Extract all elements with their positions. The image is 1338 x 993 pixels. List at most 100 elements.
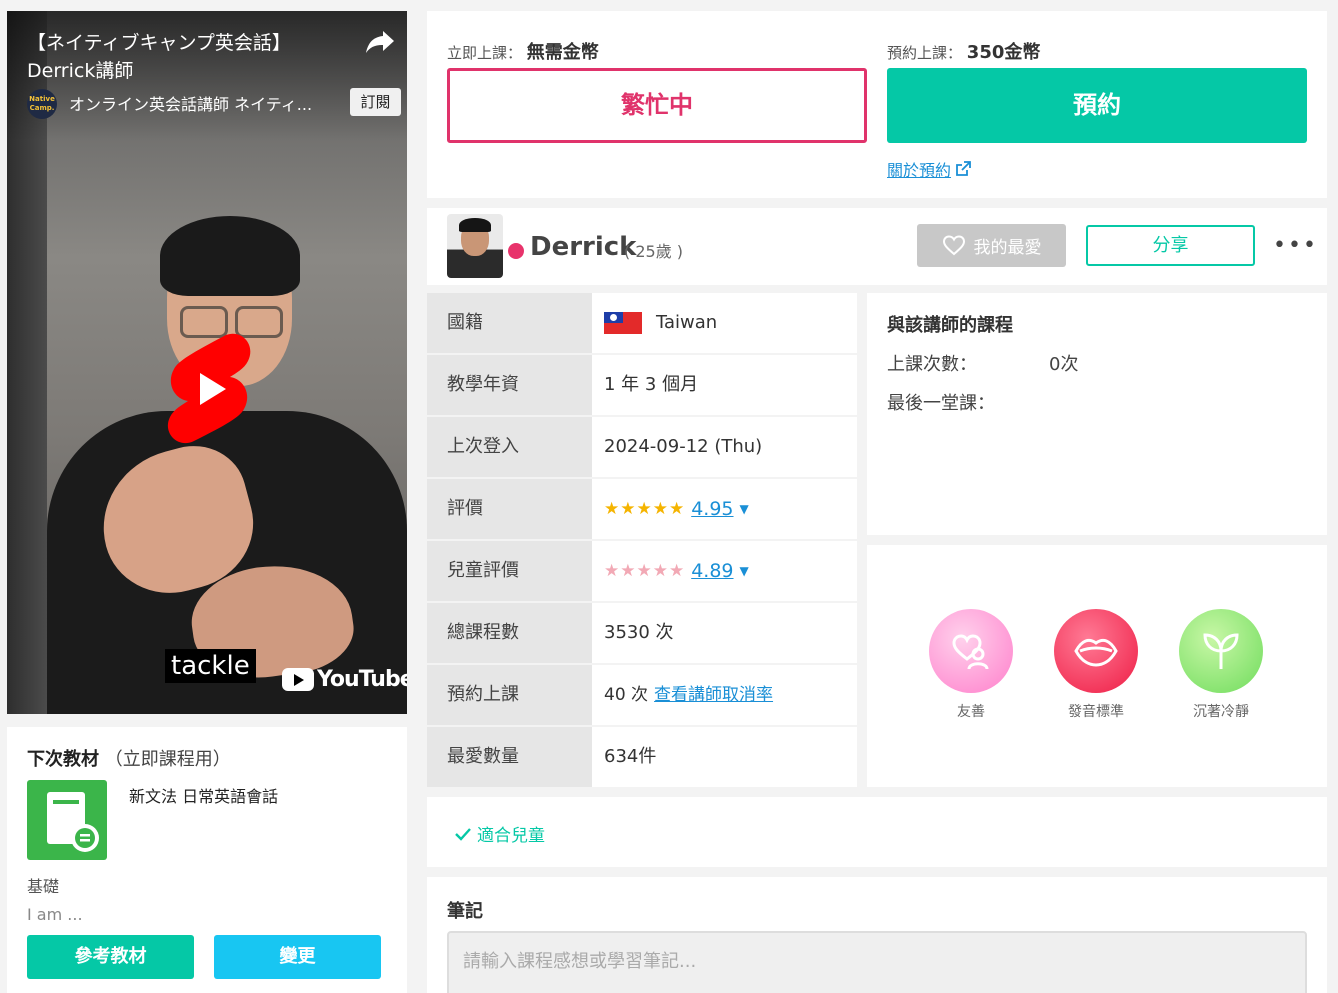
rating-score-link[interactable]: 4.95 — [691, 479, 733, 539]
info-row-kids-rating: 兒童評價 ★★★★★ 4.89 ▼ — [427, 541, 857, 603]
next-material-note: （立即課程用） — [104, 749, 231, 770]
lips-glyph — [1074, 638, 1118, 667]
teacher-traits-panel: 友善 發音標準 沉著冷靜 — [867, 545, 1327, 787]
busy-status-dot — [508, 243, 524, 259]
favorite-button[interactable]: 我的最愛 — [917, 224, 1066, 267]
change-material-button[interactable]: 變更 — [214, 935, 381, 979]
reserve-button[interactable]: 預約 — [887, 68, 1307, 143]
trait-calm-label: 沉著冷靜 — [1193, 704, 1249, 720]
video-teacher-hair — [160, 216, 300, 296]
last-lesson-label: 最後一堂課： — [887, 393, 995, 414]
reserve-lesson-label: 預約上課： — [887, 44, 963, 62]
kids-rating-value-cell: ★★★★★ 4.89 ▼ — [592, 541, 857, 601]
teacher-age: ( 25歲 ) — [624, 242, 684, 261]
youtube-logo[interactable]: YouTube — [282, 667, 407, 692]
nationality-value: Taiwan — [592, 293, 857, 353]
intro-video[interactable]: 【ネイティブキャンプ英会話】Derrick講師 Native Camp. オンラ… — [7, 11, 407, 714]
info-row-reservations: 預約上課 40 次 查看講師取消率 — [427, 665, 857, 727]
channel-name[interactable]: オンライン英会話講師 ネイティ... — [69, 91, 339, 115]
sprout-glyph — [1203, 633, 1239, 669]
reservations-count: 40 次 — [604, 685, 649, 705]
youtube-play-icon — [282, 668, 314, 691]
check-icon — [455, 827, 471, 841]
rating-value-cell: ★★★★★ 4.95 ▼ — [592, 479, 857, 539]
more-options-icon[interactable]: ••• — [1273, 233, 1318, 258]
rating-stars-icon: ★★★★★ — [604, 499, 686, 519]
lesson-count-label: 上課次數： — [887, 354, 977, 375]
trait-friendly: 友善 — [921, 609, 1021, 721]
trait-pronunciation: 發音標準 — [1046, 609, 1146, 721]
lessons-with-teacher-title: 與該講師的課程 — [887, 315, 1013, 336]
cancel-rate-link[interactable]: 查看講師取消率 — [654, 665, 773, 725]
experience-label: 教學年資 — [427, 355, 592, 415]
reservations-label: 預約上課 — [427, 665, 592, 725]
channel-logo[interactable]: Native Camp. — [27, 89, 57, 119]
teacher-avatar[interactable] — [447, 214, 503, 278]
rating-dropdown-caret-icon[interactable]: ▼ — [740, 479, 749, 539]
about-reservation-label: 關於預約 — [887, 161, 952, 180]
favorites-count-value: 634件 — [592, 727, 857, 787]
info-row-favorites: 最愛數量 634件 — [427, 727, 857, 789]
lips-icon — [1054, 609, 1138, 693]
trait-friendly-label: 友善 — [957, 704, 985, 720]
kids-suitable-label: 適合兒童 — [477, 826, 545, 846]
subscribe-button[interactable]: 訂閱 — [350, 88, 401, 116]
info-row-total-lessons: 總課程數 3530 次 — [427, 603, 857, 665]
instant-lesson-price: 立即上課： 無需金幣 — [447, 38, 599, 64]
textbook-description: I am ... — [27, 905, 83, 924]
instant-lesson-cost: 無需金幣 — [526, 42, 599, 63]
favorites-count-label: 最愛數量 — [427, 727, 592, 787]
last-login-value: 2024-09-12 (Thu) — [592, 417, 857, 477]
heart-icon — [942, 235, 965, 256]
total-lessons-value: 3530 次 — [592, 603, 857, 663]
nationality-label: 國籍 — [427, 293, 592, 353]
notes-title: 筆記 — [447, 901, 483, 922]
notes-panel: 筆記 — [427, 877, 1327, 993]
heart-person-glyph — [952, 634, 989, 670]
rating-label: 評價 — [427, 479, 592, 539]
lesson-count-value: 0次 — [1049, 354, 1079, 375]
textbook-name[interactable]: 新文法 日常英語會話 — [129, 783, 278, 807]
avatar-hair — [459, 218, 491, 232]
lessons-with-teacher-panel: 與該講師的課程 上課次數： 0次 最後一堂課： — [867, 293, 1327, 535]
shorts-play-icon[interactable] — [164, 331, 254, 446]
busy-button[interactable]: 繁忙中 — [447, 68, 867, 143]
kids-rating-label: 兒童評價 — [427, 541, 592, 601]
youtube-wordmark: YouTube — [317, 667, 407, 692]
nationality-text: Taiwan — [656, 312, 718, 333]
teacher-header: Derrick ( 25歲 ) 我的最愛 分享 ••• — [427, 208, 1327, 285]
trait-calm: 沉著冷靜 — [1171, 609, 1271, 721]
info-row-last-login: 上次登入 2024-09-12 (Thu) — [427, 417, 857, 479]
info-row-nationality: 國籍 Taiwan — [427, 293, 857, 355]
reservations-value-cell: 40 次 查看講師取消率 — [592, 665, 857, 725]
external-link-icon — [956, 161, 971, 176]
info-row-experience: 教學年資 1 年 3 個月 — [427, 355, 857, 417]
share-button[interactable]: 分享 — [1086, 225, 1255, 266]
info-row-rating: 評價 ★★★★★ 4.95 ▼ — [427, 479, 857, 541]
textbook-icon[interactable] — [27, 780, 107, 860]
kids-rating-score-link[interactable]: 4.89 — [691, 541, 733, 601]
taiwan-flag-icon — [604, 312, 642, 334]
teacher-info-table: 國籍 Taiwan 教學年資 1 年 3 個月 上次登入 2024-09-12 … — [427, 293, 857, 789]
booking-panel: 立即上課： 無需金幣 預約上課： 350金幣 繁忙中 預約 關於預約 — [427, 11, 1327, 198]
kids-suitable-panel: 適合兒童 — [427, 797, 1327, 867]
last-login-label: 上次登入 — [427, 417, 592, 477]
video-title[interactable]: 【ネイティブキャンプ英会話】Derrick講師 — [27, 29, 357, 85]
next-material-panel: 下次教材 （立即課程用） 新文法 日常英語會話 基礎 I am ... 參考教材… — [7, 727, 407, 993]
about-reservation-link[interactable]: 關於預約 — [887, 157, 971, 181]
kids-suitable-tag: 適合兒童 — [455, 821, 545, 846]
sprout-icon — [1179, 609, 1263, 693]
textbook-level: 基礎 — [27, 877, 60, 896]
video-caption: tackle — [165, 649, 256, 683]
total-lessons-label: 總課程數 — [427, 603, 592, 663]
share-arrow-icon[interactable] — [365, 29, 395, 55]
trait-pronunciation-label: 發音標準 — [1068, 704, 1124, 720]
favorite-label: 我的最愛 — [973, 238, 1042, 258]
reference-material-button[interactable]: 參考教材 — [27, 935, 194, 979]
next-material-heading: 下次教材 （立即課程用） — [27, 745, 231, 771]
heart-person-icon — [929, 609, 1013, 693]
notes-textarea[interactable] — [447, 931, 1307, 993]
textbook-document-icon — [47, 792, 99, 852]
kids-rating-dropdown-caret-icon[interactable]: ▼ — [740, 541, 749, 601]
next-material-title: 下次教材 — [27, 749, 99, 770]
